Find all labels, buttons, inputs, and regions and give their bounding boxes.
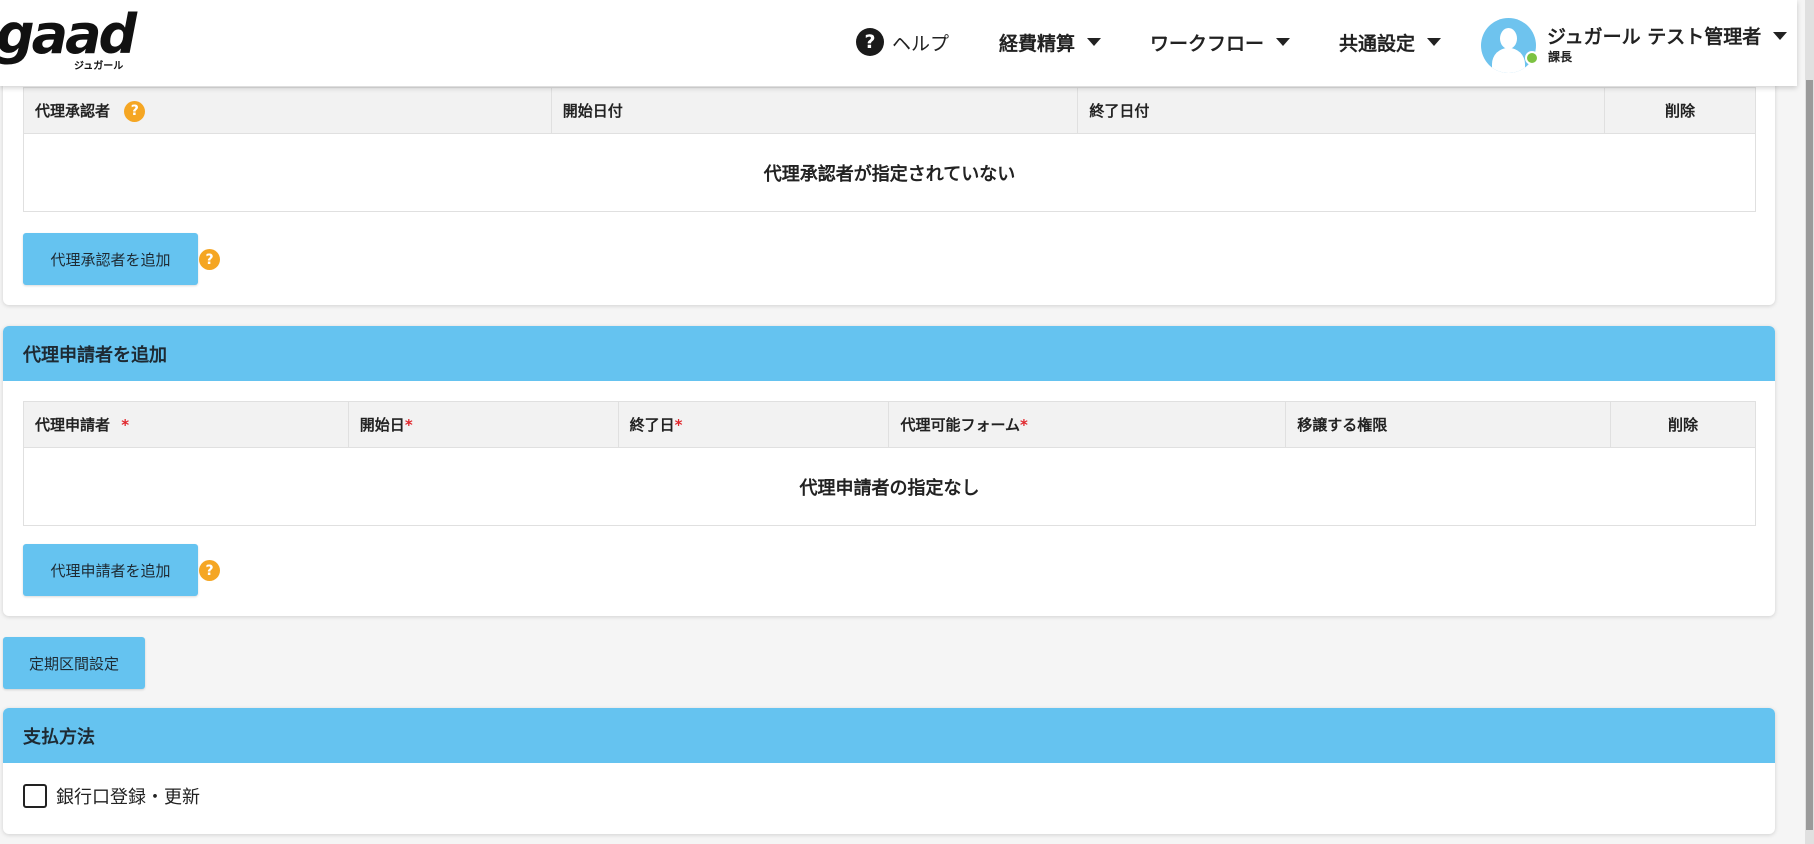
scrollbar-thumb[interactable] — [1806, 80, 1813, 830]
panel-title: 支払方法 — [3, 708, 1775, 763]
required-mark: * — [121, 416, 130, 434]
help-icon: ? — [856, 28, 884, 56]
col-end-date: 終了日* — [617, 401, 890, 448]
col-applicant: 代理申請者 * — [23, 401, 349, 448]
question-icon[interactable]: ? — [199, 560, 220, 581]
empty-message: 代理申請者の指定なし — [23, 447, 1756, 526]
avatar — [1481, 18, 1536, 73]
caret-down-icon — [1087, 38, 1102, 46]
caret-down-icon — [1276, 38, 1291, 46]
col-delete: 削除 — [1610, 401, 1756, 448]
nav-common-label: 共通設定 — [1339, 32, 1416, 55]
col-end-date: 終了日付 — [1077, 87, 1606, 134]
scrollbar[interactable] — [1805, 0, 1814, 844]
col-start-date: 開始日* — [347, 401, 619, 448]
caret-down-icon — [1773, 31, 1788, 40]
col-delete: 削除 — [1604, 87, 1756, 134]
question-icon[interactable]: ? — [199, 249, 220, 270]
logo[interactable]: gaad — [0, 8, 137, 62]
nav-help[interactable]: ? ヘルプ — [856, 28, 949, 56]
add-proxy-applicant-button[interactable]: 代理申請者を追加 — [23, 544, 198, 596]
col-forms: 代理可能フォーム* — [888, 401, 1287, 448]
proxy-approver-panel: 代理承認者 ? 開始日付 終了日付 削除 代理承認者が指定されていない 代理承認… — [3, 60, 1775, 305]
nav-workflow-label: ワークフロー — [1150, 32, 1265, 55]
payment-method-panel: 支払方法 銀行口登録・更新 — [3, 708, 1775, 834]
col-transfer-permissions: 移譲する権限 — [1285, 401, 1612, 448]
empty-message: 代理承認者が指定されていない — [23, 133, 1756, 212]
required-mark: * — [1020, 416, 1028, 434]
proxy-applicant-table: 代理申請者 * 開始日* 終了日* 代理可能フォーム* 移譲する権限 削除 代理… — [23, 401, 1756, 526]
add-proxy-approver-button[interactable]: 代理承認者を追加 — [23, 233, 198, 285]
nav-help-label: ヘルプ — [892, 32, 950, 55]
user-menu[interactable]: ジュガール テスト管理者 課長 — [1481, 18, 1791, 74]
nav-expense-label: 経費精算 — [999, 32, 1076, 55]
proxy-approver-table: 代理承認者 ? 開始日付 終了日付 削除 代理承認者が指定されていない — [23, 87, 1756, 212]
panel-title: 代理申請者を追加 — [3, 326, 1775, 381]
user-role: 課長 — [1548, 50, 1573, 64]
user-name: ジュガール テスト管理者 — [1547, 22, 1788, 49]
top-header: gaad ジュガール ? ヘルプ 経費精算 ワークフロー 共通設定 ジュガール … — [0, 0, 1797, 86]
bank-account-checkbox-row[interactable]: 銀行口登録・更新 — [23, 783, 200, 809]
required-mark: * — [404, 416, 413, 434]
commute-route-setting-button[interactable]: 定期区間設定 — [3, 637, 145, 689]
nav-common-settings-menu[interactable]: 共通設定 — [1339, 28, 1442, 56]
col-approver: 代理承認者 ? — [23, 87, 552, 134]
bank-account-checkbox[interactable] — [23, 784, 47, 808]
logo-subtitle: ジュガール — [74, 61, 124, 72]
online-status-icon — [1525, 51, 1539, 65]
caret-down-icon — [1427, 38, 1442, 46]
col-start-date: 開始日付 — [550, 87, 1079, 134]
proxy-applicant-panel: 代理申請者を追加 代理申請者 * 開始日* 終了日* 代理可能フォーム* 移譲す… — [3, 326, 1775, 616]
nav-workflow-menu[interactable]: ワークフロー — [1150, 28, 1291, 56]
nav-expense-menu[interactable]: 経費精算 — [999, 28, 1102, 56]
question-icon[interactable]: ? — [124, 100, 146, 122]
bank-account-checkbox-label: 銀行口登録・更新 — [56, 787, 200, 808]
required-mark: * — [674, 416, 683, 434]
